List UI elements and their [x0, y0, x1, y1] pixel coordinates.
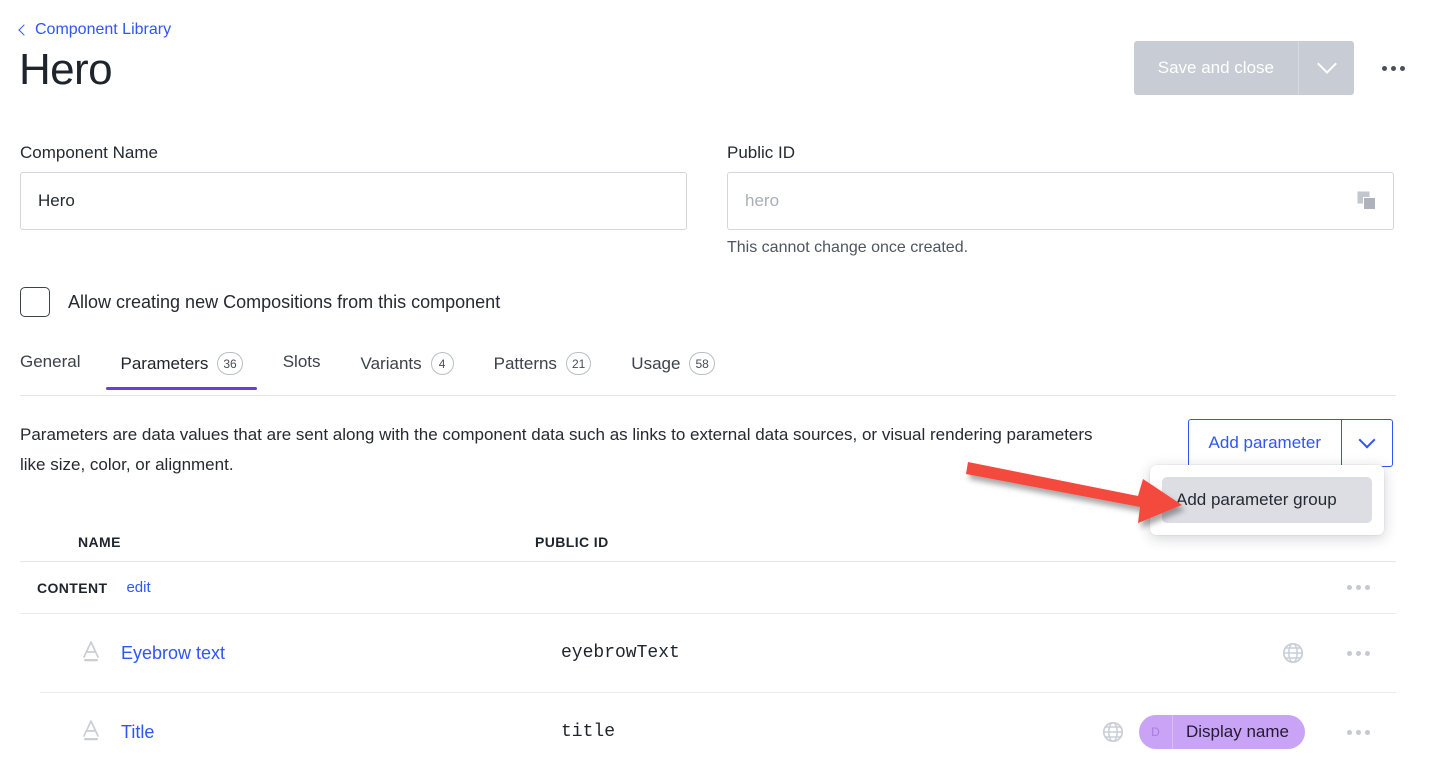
ellipsis-icon: [1356, 650, 1361, 656]
add-parameter-button[interactable]: Add parameter: [1187, 419, 1341, 467]
breadcrumb-label: Component Library: [35, 21, 172, 38]
save-split-button: Save and close: [1133, 41, 1354, 95]
tab-badge-count: 36: [217, 352, 243, 375]
tab-parameters[interactable]: Parameters 36: [106, 352, 257, 390]
parameters-table: NAME PUBLIC ID CONTENT edit Eyebrow text…: [20, 522, 1396, 768]
page-title: Hero: [19, 45, 113, 94]
ellipsis-icon: [1356, 729, 1361, 735]
page-header: Component Library Hero Save and close: [0, 0, 1431, 110]
header-actions: Save and close: [1133, 41, 1411, 95]
ellipsis-icon: [1391, 65, 1396, 71]
tab-usage[interactable]: Usage 58: [617, 352, 729, 389]
display-name-badge-glyph: D: [1139, 715, 1173, 749]
display-name-badge: D Display name: [1139, 715, 1305, 749]
public-id-hint: This cannot change once created.: [727, 239, 969, 256]
table-row: Eyebrow text eyebrowText: [40, 614, 1396, 693]
ellipsis-icon: [1347, 585, 1352, 590]
component-name-field: Component Name: [20, 143, 687, 257]
add-parameter-dropdown-toggle[interactable]: [1341, 419, 1393, 467]
add-parameter-split-button: Add parameter: [1187, 419, 1393, 467]
text-type-icon: [78, 638, 104, 669]
row-menu-button[interactable]: [1341, 645, 1376, 662]
header-overflow-menu-button[interactable]: [1376, 60, 1411, 77]
parameter-public-id: eyebrowText: [561, 643, 680, 663]
parameters-description: Parameters are data values that are sent…: [20, 425, 1093, 474]
save-options-button[interactable]: [1298, 41, 1354, 95]
allow-compositions-checkbox[interactable]: [20, 287, 50, 317]
column-header-public-id: PUBLIC ID: [535, 533, 609, 550]
tab-badge-count: 58: [689, 352, 715, 375]
public-id-field: Public ID This cannot change once create…: [727, 143, 1394, 257]
row-menu-button[interactable]: [1341, 724, 1376, 741]
parameter-group-menu-button[interactable]: [1341, 579, 1376, 596]
parameter-name-link[interactable]: Eyebrow text: [121, 643, 561, 664]
tab-variants[interactable]: Variants 4: [347, 352, 468, 389]
save-and-close-button[interactable]: Save and close: [1133, 41, 1298, 95]
tab-slots[interactable]: Slots: [269, 352, 335, 386]
display-name-badge-label: Display name: [1186, 722, 1289, 741]
chevron-down-icon: [1316, 54, 1337, 74]
row-actions: D Display name: [1101, 715, 1376, 749]
tab-label: General: [20, 352, 81, 371]
column-header-name: NAME: [78, 533, 121, 550]
tab-badge-count: 21: [565, 352, 592, 375]
breadcrumb-component-library[interactable]: Component Library: [18, 19, 172, 41]
text-type-icon: [78, 717, 104, 748]
tab-label: Usage: [631, 353, 681, 373]
parameter-name-link[interactable]: Title: [121, 722, 561, 743]
ellipsis-icon: [1365, 585, 1370, 590]
chevron-left-icon: [18, 24, 30, 36]
ellipsis-icon: [1356, 585, 1361, 590]
add-parameter-dropdown-menu: Add parameter group: [1150, 465, 1384, 535]
tab-patterns[interactable]: Patterns 21: [480, 352, 606, 389]
table-row: Title title D Display name: [40, 693, 1396, 768]
chevron-down-icon: [1358, 431, 1376, 449]
allow-compositions-label: Allow creating new Compositions from thi…: [68, 291, 501, 312]
copy-icon[interactable]: [1356, 190, 1378, 212]
tab-label: Patterns: [493, 353, 557, 373]
parameter-public-id: title: [561, 722, 616, 742]
tab-label: Variants: [360, 353, 422, 373]
tab-label: Parameters: [120, 353, 209, 373]
allow-compositions-row: Allow creating new Compositions from thi…: [20, 287, 500, 317]
tab-general[interactable]: General: [6, 352, 94, 386]
parameter-group-name: CONTENT: [37, 579, 108, 596]
ellipsis-icon: [1365, 729, 1370, 735]
ellipsis-icon: [1347, 650, 1352, 656]
component-editor-page: Component Library Hero Save and close Co…: [0, 0, 1431, 768]
public-id-label: Public ID: [727, 143, 796, 162]
globe-icon: [1101, 720, 1125, 744]
add-parameter-area: Add parameter Add parameter group: [1150, 419, 1393, 535]
globe-icon: [1281, 641, 1305, 665]
form-fields: Component Name Public ID: [20, 143, 1411, 257]
public-id-input[interactable]: [727, 172, 1394, 230]
component-name-input[interactable]: [20, 172, 687, 230]
row-actions: [1281, 641, 1376, 665]
parameter-group-edit-link[interactable]: edit: [126, 579, 150, 596]
component-name-label: Component Name: [20, 143, 158, 162]
menu-item-add-parameter-group[interactable]: Add parameter group: [1162, 477, 1372, 523]
tab-bar: General Parameters 36 Slots Variants 4 P…: [20, 352, 1396, 396]
ellipsis-icon: [1347, 729, 1352, 735]
tab-badge-count: 4: [430, 352, 454, 375]
tab-label: Slots: [282, 352, 321, 371]
parameter-group-row: CONTENT edit: [20, 562, 1396, 614]
ellipsis-icon: [1400, 65, 1405, 71]
ellipsis-icon: [1382, 65, 1387, 71]
ellipsis-icon: [1365, 650, 1370, 656]
